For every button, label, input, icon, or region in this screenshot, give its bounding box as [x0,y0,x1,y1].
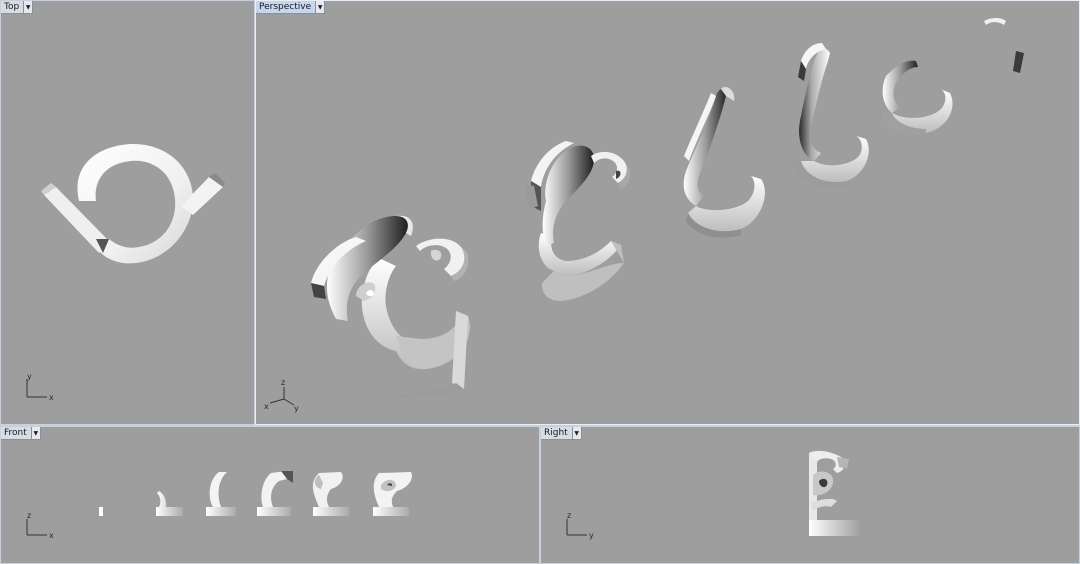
chevron-down-icon[interactable]: ▼ [30,427,40,439]
viewport-front[interactable]: x z Front ▼ [1,427,539,563]
viewport-title-perspective[interactable]: Perspective [256,1,315,13]
viewport-title-right[interactable]: Right [541,427,572,439]
viewport-title-front[interactable]: Front [1,427,31,439]
axis-label-x: x [264,402,269,411]
axis-label-z: z [567,511,571,520]
front-viewport-canvas[interactable]: x z [1,427,539,563]
right-viewport-canvas[interactable]: y z [541,427,1079,563]
axis-widget-top [26,379,47,398]
top-view-shape [41,143,225,264]
viewport-tab-right[interactable]: Right ▼ [541,427,582,440]
axis-label-x: x [49,531,54,540]
axis-widget-right [566,519,587,536]
model-object-3 [683,86,765,238]
viewport-perspective[interactable]: z y x Perspective ▼ [255,0,1080,425]
model-object-2 [525,141,631,301]
viewport-top[interactable]: x y Top ▼ [1,1,254,424]
axis-widget-front [26,519,47,536]
viewport-tab-front[interactable]: Front ▼ [1,427,41,440]
axis-label-z: z [281,378,285,387]
axis-label-y: y [27,372,32,381]
model-object-6 [984,18,1024,73]
viewport-right[interactable]: y z Right ▼ [541,427,1079,563]
chevron-down-icon[interactable]: ▼ [571,427,581,439]
front-view-shapes [99,471,412,516]
viewport-tab-top[interactable]: Top ▼ [1,1,34,14]
model-object-1 [311,215,470,397]
viewport-tab-perspective[interactable]: Perspective ▼ [256,1,326,14]
perspective-viewport-canvas[interactable]: z y x [256,1,1079,424]
axis-label-y: y [294,404,299,413]
axis-label-x: x [49,393,54,402]
model-object-4 [792,43,869,189]
axis-widget-perspective [269,387,295,406]
right-view-shape [809,450,863,536]
axis-label-z: z [27,511,31,520]
model-object-5 [882,60,953,134]
viewport-title-top[interactable]: Top [1,1,23,13]
top-viewport-canvas[interactable]: x y [1,1,254,424]
chevron-down-icon[interactable]: ▼ [315,1,325,13]
axis-label-y: y [589,531,594,540]
chevron-down-icon[interactable]: ▼ [23,1,33,13]
